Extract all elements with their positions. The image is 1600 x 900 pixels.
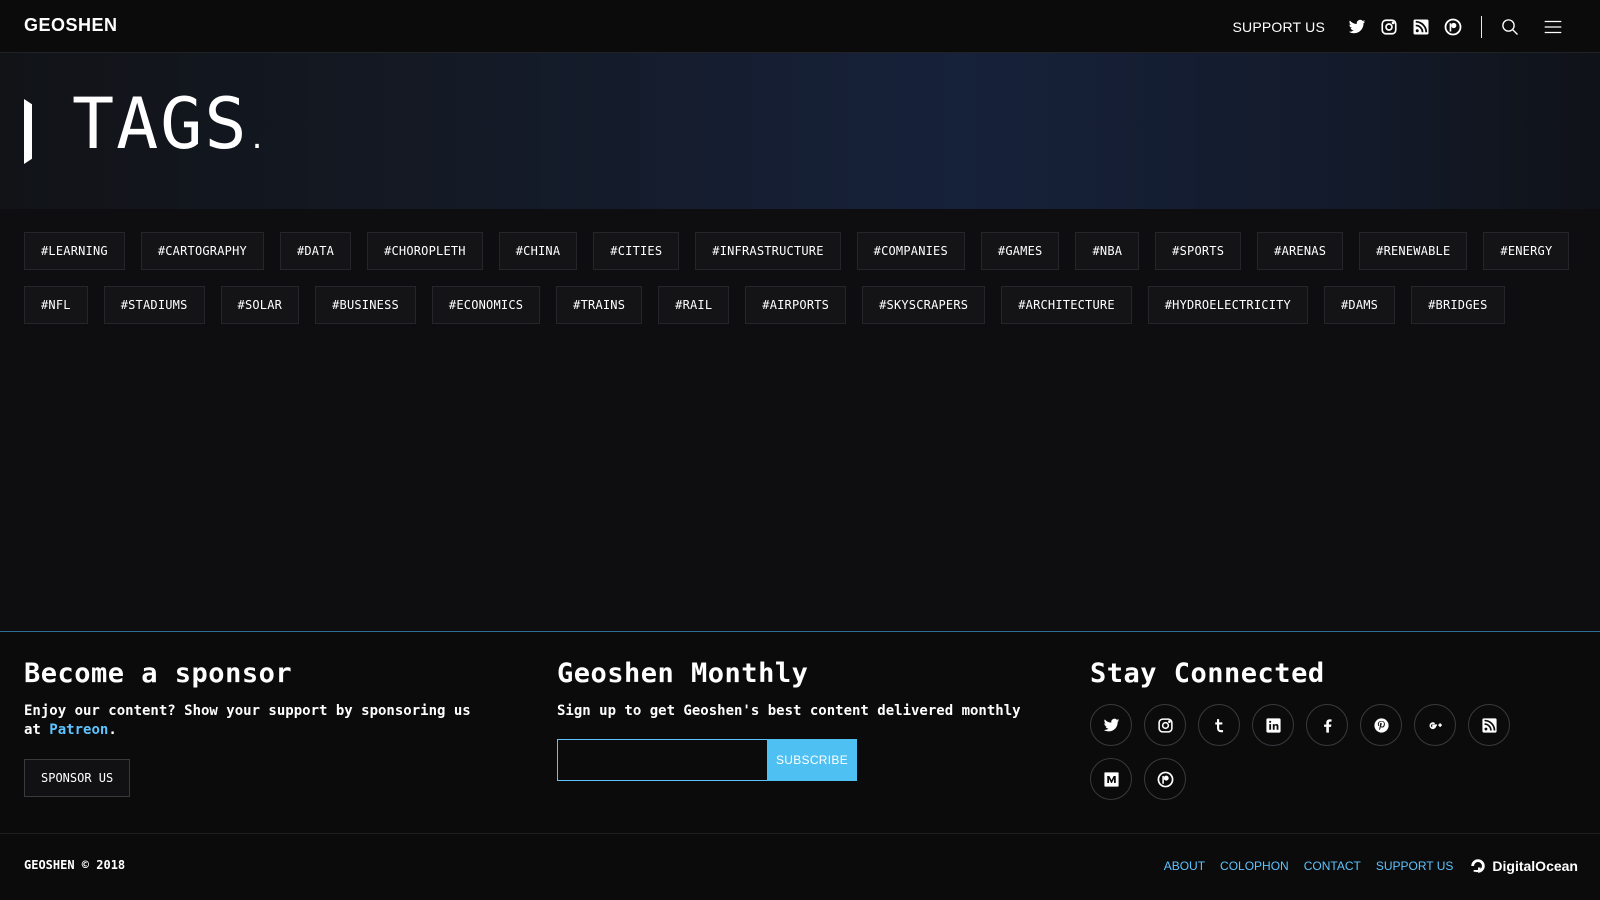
tag-chip[interactable]: #HYDROELECTRICITY — [1147, 286, 1308, 324]
sponsor-text: Enjoy our content? Show your support by … — [24, 702, 494, 740]
digitalocean-logo[interactable]: DigitalOcean — [1469, 857, 1578, 875]
facebook-icon[interactable] — [1306, 704, 1348, 747]
tag-chip[interactable]: #SOLAR — [220, 286, 300, 324]
hero-accent-bar — [24, 99, 32, 164]
rss-icon[interactable] — [1468, 704, 1510, 747]
tag-chip[interactable]: #ARENAS — [1257, 232, 1344, 270]
social-section: Stay Connected — [1090, 658, 1550, 801]
tag-chip[interactable]: #BRIDGES — [1411, 286, 1505, 324]
nav-divider — [1481, 15, 1482, 38]
tag-chip[interactable]: #CARTOGRAPHY — [140, 232, 264, 270]
footer-link-colophon[interactable]: COLOPHON — [1220, 859, 1289, 873]
footer-link-about[interactable]: ABOUT — [1164, 859, 1205, 873]
digitalocean-logo-text: DigitalOcean — [1492, 858, 1578, 874]
top-navbar: GEOSHEN SUPPORT US — [0, 0, 1600, 53]
tag-chip[interactable]: #ARCHITECTURE — [1001, 286, 1132, 324]
tag-chip[interactable]: #ENERGY — [1483, 232, 1570, 270]
tag-chip[interactable]: #STADIUMS — [103, 286, 205, 324]
bottom-bar: GEOSHEN © 2018 ABOUT COLOPHON CONTACT SU… — [0, 833, 1600, 900]
medium-icon[interactable] — [1090, 758, 1132, 801]
page-title-text: TAGS — [72, 83, 249, 165]
tag-chip[interactable]: #BUSINESS — [315, 286, 416, 324]
sponsor-text-end: . — [108, 722, 117, 739]
pinterest-icon[interactable] — [1360, 704, 1402, 747]
tag-chip[interactable]: #SPORTS — [1155, 232, 1242, 270]
page-hero: TAGS. — [0, 53, 1600, 209]
tag-chip[interactable]: #TRAINS — [556, 286, 643, 324]
tag-list: #LEARNING #CARTOGRAPHY #DATA #CHOROPLETH #CH… — [24, 232, 1576, 324]
tag-chip[interactable]: #SKYSCRAPERS — [862, 286, 986, 324]
tag-chip[interactable]: #RAIL — [658, 286, 730, 324]
tag-chip[interactable]: #NBA — [1075, 232, 1140, 270]
tumblr-icon[interactable] — [1198, 704, 1240, 747]
tag-chip[interactable]: #AIRPORTS — [745, 286, 847, 324]
tag-chip[interactable]: #INFRASTRUCTURE — [695, 232, 841, 270]
patreon-icon[interactable] — [1443, 17, 1463, 37]
newsletter-section: Geoshen Monthly Sign up to get Geoshen's… — [557, 658, 1047, 782]
newsletter-text: Sign up to get Geoshen's best content de… — [557, 703, 1021, 720]
twitter-icon[interactable] — [1347, 17, 1367, 37]
copyright: GEOSHEN © 2018 — [24, 858, 126, 872]
instagram-icon[interactable] — [1144, 704, 1186, 747]
sponsor-heading: Become a sponsor — [24, 658, 293, 689]
tag-chip[interactable]: #CITIES — [593, 232, 680, 270]
footer-links: ABOUT COLOPHON CONTACT SUPPORT US Digita… — [1149, 857, 1578, 875]
tag-chip[interactable]: #DATA — [279, 232, 352, 270]
email-field[interactable] — [557, 739, 767, 782]
tag-chip[interactable]: #LEARNING — [24, 232, 125, 270]
subscribe-form: SUBSCRIBE — [557, 739, 1047, 782]
page-title-dot: . — [248, 122, 268, 155]
footer-link-contact[interactable]: CONTACT — [1304, 859, 1361, 873]
tag-chip[interactable]: #COMPANIES — [856, 232, 965, 270]
support-us-link[interactable]: SUPPORT US — [1232, 19, 1325, 35]
tag-chip[interactable]: #NFL — [24, 286, 88, 324]
nav-right: SUPPORT US — [1232, 0, 1578, 53]
tag-chip[interactable]: #GAMES — [980, 232, 1060, 270]
twitter-icon[interactable] — [1090, 704, 1132, 747]
patreon-icon[interactable] — [1144, 758, 1186, 801]
patreon-link[interactable]: Patreon — [49, 722, 108, 738]
subscribe-button[interactable]: SUBSCRIBE — [767, 739, 857, 782]
sponsor-section: Become a sponsor Enjoy our content? Show… — [24, 658, 494, 798]
newsletter-heading: Geoshen Monthly — [557, 658, 809, 689]
brand-logo[interactable]: GEOSHEN — [24, 15, 118, 36]
social-heading: Stay Connected — [1090, 658, 1325, 689]
instagram-icon[interactable] — [1379, 17, 1399, 37]
tag-chip[interactable]: #CHINA — [498, 232, 578, 270]
tag-chip[interactable]: #CHOROPLETH — [367, 232, 483, 270]
footer-link-support-us[interactable]: SUPPORT US — [1376, 859, 1454, 873]
sponsor-us-button[interactable]: SPONSOR US — [24, 759, 131, 798]
hamburger-menu-icon[interactable] — [1540, 16, 1566, 38]
page-title: TAGS. — [72, 89, 267, 159]
social-links — [1090, 704, 1530, 801]
linkedin-icon[interactable] — [1252, 704, 1294, 747]
rss-icon[interactable] — [1411, 17, 1431, 37]
tag-chip[interactable]: #DAMS — [1323, 286, 1396, 324]
digitalocean-icon — [1471, 859, 1486, 873]
search-icon[interactable] — [1498, 15, 1522, 39]
tag-chip[interactable]: #RENEWABLE — [1359, 232, 1468, 270]
google-plus-icon[interactable] — [1414, 704, 1456, 747]
tag-chip[interactable]: #ECONOMICS — [431, 286, 541, 324]
